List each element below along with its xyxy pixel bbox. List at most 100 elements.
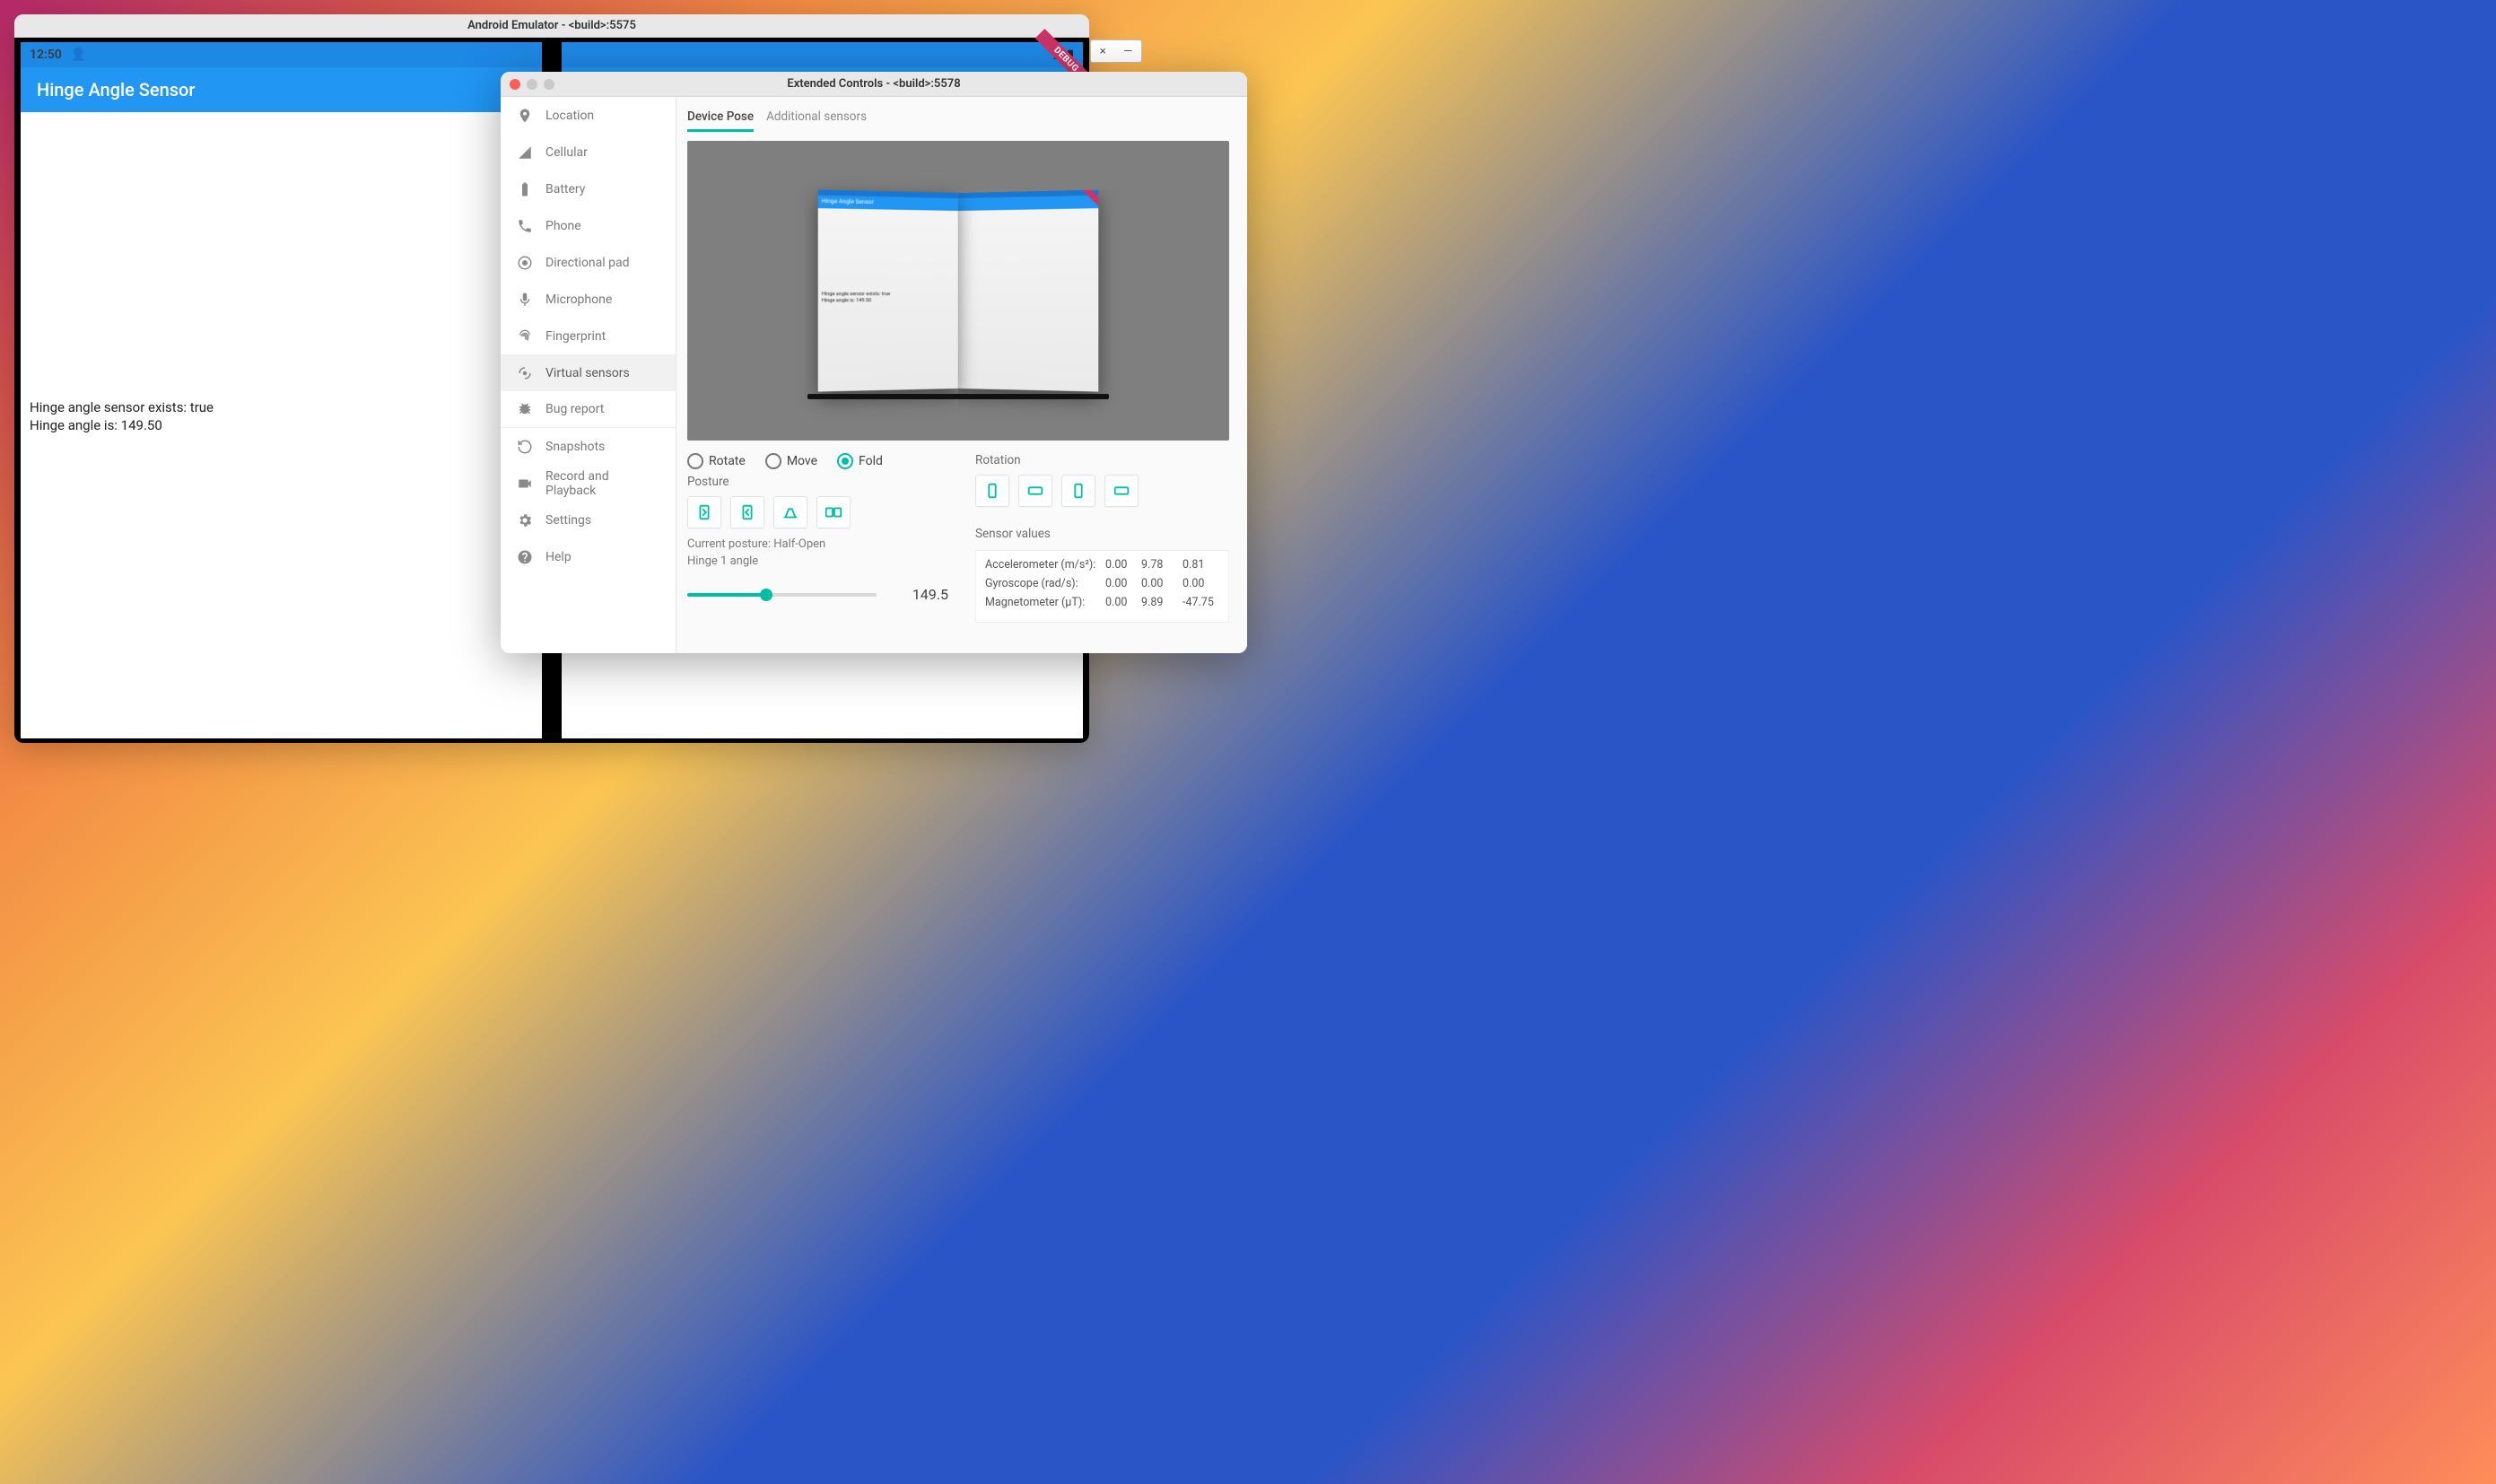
sidebar-item-cellular[interactable]: Cellular (501, 134, 676, 170)
sensor-z: 0.00 (1183, 577, 1226, 590)
sensor-y: 0.00 (1141, 577, 1179, 590)
sidebar-item-label: Microphone (545, 292, 612, 307)
sidebar-item-label: Phone (545, 219, 581, 233)
nav-indicator-left[interactable] (219, 729, 345, 733)
posture-flipped-button[interactable] (730, 496, 764, 528)
radio-label: Fold (859, 454, 883, 468)
ext-title: Extended Controls - <build>:5578 (501, 77, 1247, 91)
rotation-landscape-reverse-button[interactable] (1104, 475, 1139, 507)
sensor-values-box: Accelerometer (m/s²): 0.00 9.78 0.81 Gyr… (975, 550, 1229, 623)
sidebar-item-label: Virtual sensors (545, 366, 630, 380)
rotation-landscape-button[interactable] (1018, 475, 1052, 507)
sidebar-item-label: Settings (545, 513, 591, 528)
sidebar-item-microphone[interactable]: Microphone (501, 281, 676, 318)
posture-half-open-button[interactable] (773, 496, 807, 528)
app-bar: Hinge Angle Sensor (21, 67, 542, 112)
sidebar-item-label: Battery (545, 182, 585, 196)
traffic-lights (501, 79, 554, 90)
sensor-x: 0.00 (1105, 577, 1138, 590)
sensor-row-mag: Magnetometer (μT): 0.00 9.89 -47.75 (985, 596, 1219, 609)
dpad-icon (517, 255, 533, 271)
minimize-icon[interactable]: — (1123, 45, 1132, 58)
hinge-slider-row: 149.5 (687, 586, 948, 603)
ext-titlebar[interactable]: Extended Controls - <build>:5578 (501, 72, 1247, 97)
right-controls: Rotation (975, 453, 1229, 623)
sidebar-item-settings[interactable]: Settings (501, 502, 676, 538)
extended-controls-window: Extended Controls - <build>:5578 Locatio… (501, 72, 1247, 653)
current-posture-label: Current posture: Half-Open (687, 537, 948, 551)
controls-row: Rotate Move Fold Posture (687, 453, 1229, 623)
device-left-half: 12:50 👤 Hinge Angle Sensor Hinge angle s… (21, 42, 542, 738)
content-line-1: Hinge angle sensor exists: true (30, 399, 533, 417)
rotation-buttons (975, 475, 1229, 507)
sidebar-item-label: Fingerprint (545, 329, 606, 344)
status-time: 12:50 (30, 48, 62, 62)
sensor-z: 0.81 (1183, 558, 1226, 572)
radio-label: Rotate (709, 454, 746, 468)
sidebar-item-label: Bug report (545, 402, 604, 416)
preview-line2: Hinge angle is: 149.50 (822, 298, 955, 305)
sensor-row-gyro: Gyroscope (rad/s): 0.00 0.00 0.00 (985, 577, 1219, 590)
status-bar: 12:50 👤 (21, 42, 542, 67)
mode-radios: Rotate Move Fold (687, 453, 948, 469)
fold-left-screen: Hinge Angle Sensor Hinge angle sensor ex… (818, 189, 958, 391)
posture-buttons (687, 496, 948, 528)
status-bar-right: ▲ ▮ (562, 42, 1083, 67)
content-line-2: Hinge angle is: 149.50 (30, 417, 533, 435)
sidebar-item-bug-report[interactable]: Bug report (501, 391, 676, 428)
sidebar-item-snapshots[interactable]: Snapshots (501, 428, 676, 465)
gear-icon (517, 512, 533, 528)
bug-icon (517, 401, 533, 417)
cellular-icon (517, 144, 533, 161)
rotation-portrait-button[interactable] (975, 475, 1009, 507)
sidebar-item-fingerprint[interactable]: Fingerprint (501, 318, 676, 354)
sidebar-item-label: Location (545, 109, 594, 123)
radio-rotate[interactable]: Rotate (687, 453, 746, 469)
radio-move[interactable]: Move (765, 453, 817, 469)
close-button[interactable] (510, 79, 520, 90)
sidebar-item-dpad[interactable]: Directional pad (501, 244, 676, 281)
close-icon[interactable]: × (1100, 45, 1106, 58)
sidebar-item-label: Record and Playback (545, 469, 659, 498)
posture-closed-button[interactable] (687, 496, 721, 528)
sensor-label: Gyroscope (rad/s): (985, 577, 1102, 590)
tab-additional-sensors[interactable]: Additional sensors (766, 109, 867, 132)
sensor-z: -47.75 (1183, 596, 1226, 609)
emulator-title: Android Emulator - <build>:5575 (467, 19, 636, 32)
snapshots-icon (517, 439, 533, 455)
posture-flat-button[interactable] (816, 496, 851, 528)
hinge-angle-slider[interactable] (687, 593, 877, 597)
sensors-icon (517, 365, 533, 381)
sensor-row-accel: Accelerometer (m/s²): 0.00 9.78 0.81 (985, 558, 1219, 572)
fold-right-screen (958, 189, 1098, 391)
battery-icon (517, 181, 533, 197)
sidebar-item-help[interactable]: Help (501, 538, 676, 575)
sidebar-item-phone[interactable]: Phone (501, 207, 676, 244)
nav-indicator-right[interactable] (760, 729, 886, 733)
foldable-3d-model[interactable]: Hinge Angle Sensor Hinge angle sensor ex… (818, 193, 1098, 388)
sensor-y: 9.89 (1141, 596, 1179, 609)
location-icon (517, 108, 533, 124)
rotation-label: Rotation (975, 453, 1229, 467)
sensor-y: 9.78 (1141, 558, 1179, 572)
left-controls: Rotate Move Fold Posture (687, 453, 948, 623)
zoom-button[interactable] (544, 79, 554, 90)
tab-device-pose[interactable]: Device Pose (687, 109, 754, 132)
microphone-icon (517, 292, 533, 308)
ext-body: Location Cellular Battery Phone (501, 97, 1247, 653)
phone-icon (517, 218, 533, 234)
emulator-titlebar[interactable]: Android Emulator - <build>:5575 (14, 14, 1089, 38)
sidebar-item-battery[interactable]: Battery (501, 170, 676, 207)
status-app-icon: 👤 (71, 48, 86, 62)
radio-fold[interactable]: Fold (837, 453, 883, 469)
sidebar-item-label: Cellular (545, 145, 588, 160)
minimize-button[interactable] (527, 79, 537, 90)
sidebar-item-location[interactable]: Location (501, 97, 676, 134)
sidebar-item-virtual-sensors[interactable]: Virtual sensors (501, 354, 676, 391)
sidebar-item-record[interactable]: Record and Playback (501, 465, 676, 502)
sensor-x: 0.00 (1105, 558, 1138, 572)
radio-ring-icon (837, 453, 853, 469)
fold-base-shadow (807, 394, 1109, 399)
rotation-portrait-reverse-button[interactable] (1061, 475, 1095, 507)
device-pose-preview[interactable]: Hinge Angle Sensor Hinge angle sensor ex… (687, 141, 1229, 441)
